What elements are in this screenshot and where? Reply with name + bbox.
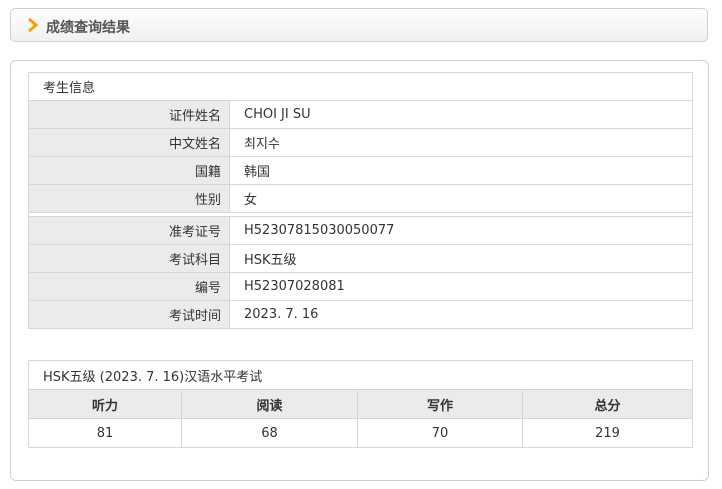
- score-table: HSK五级 (2023. 7. 16)汉语水平考试 听力 阅读 写作 总分 81…: [27, 360, 694, 448]
- column-header-reading: 阅读: [181, 389, 358, 419]
- info-row-admission-number: 准考证号 H52307815030050077: [28, 216, 694, 245]
- value-admission-number: H52307815030050077: [228, 216, 694, 245]
- page-title: 成绩查询结果: [46, 20, 130, 36]
- value-gender: 女: [228, 184, 694, 213]
- label-id-name: 证件姓名: [28, 100, 230, 129]
- value-nationality: 韩国: [228, 156, 694, 185]
- value-exam-date: 2023. 7. 16: [228, 300, 694, 329]
- info-row-chinese-name: 中文姓名 최지수: [28, 128, 694, 157]
- label-subject: 考试科目: [28, 244, 230, 273]
- label-nationality: 国籍: [28, 156, 230, 185]
- score-table-title: HSK五级 (2023. 7. 16)汉语水平考试: [27, 360, 694, 390]
- label-admission-number: 准考证号: [28, 216, 230, 245]
- label-gender: 性别: [28, 184, 230, 213]
- result-header-bar: 成绩查询结果: [10, 8, 708, 42]
- column-header-writing: 写作: [357, 389, 523, 419]
- section-title-candidate: 考生信息: [27, 72, 694, 101]
- score-writing: 70: [357, 418, 523, 448]
- info-row-subject: 考试科目 HSK五级: [28, 244, 694, 273]
- value-subject: HSK五级: [228, 244, 694, 273]
- score-reading: 68: [181, 418, 358, 448]
- chevron-right-icon: [28, 18, 39, 32]
- column-header-listening: 听力: [28, 389, 182, 419]
- info-row-nationality: 国籍 韩国: [28, 156, 694, 185]
- score-values-row: 81 68 70 219: [28, 418, 694, 448]
- column-header-total: 总分: [521, 389, 694, 419]
- value-id-name: CHOI JI SU: [228, 100, 694, 129]
- info-row-id-name: 证件姓名 CHOI JI SU: [28, 100, 694, 129]
- score-listening: 81: [28, 418, 182, 448]
- label-serial-number: 编号: [28, 272, 230, 301]
- score-total: 219: [521, 418, 694, 448]
- value-serial-number: H52307028081: [228, 272, 694, 301]
- value-chinese-name: 최지수: [228, 128, 694, 157]
- candidate-info-table: 考生信息 证件姓名 CHOI JI SU 中文姓名 최지수 国籍 韩国 性别 女…: [27, 72, 694, 329]
- score-header-row: 听力 阅读 写作 总分: [28, 389, 694, 419]
- label-exam-date: 考试时间: [28, 300, 230, 329]
- info-row-gender: 性别 女: [28, 184, 694, 213]
- info-row-serial-number: 编号 H52307028081: [28, 272, 694, 301]
- label-chinese-name: 中文姓名: [28, 128, 230, 157]
- info-row-exam-date: 考试时间 2023. 7. 16: [28, 300, 694, 329]
